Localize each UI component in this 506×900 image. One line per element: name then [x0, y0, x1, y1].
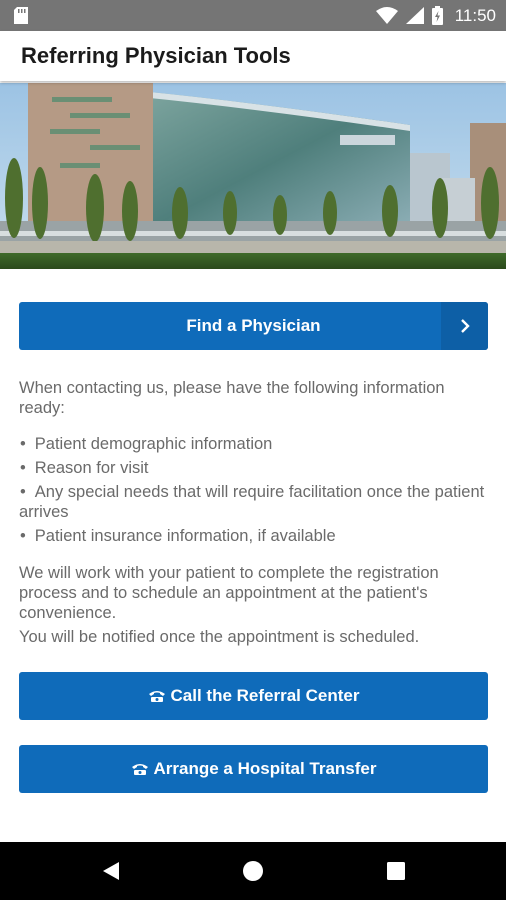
page-title: Referring Physician Tools	[21, 43, 291, 68]
status-time: 11:50	[454, 5, 496, 25]
intro-text: When contacting us, please have the foll…	[19, 379, 445, 417]
hospital-building-illustration	[0, 83, 506, 269]
find-physician-label: Find a Physician	[186, 316, 321, 335]
chevron-right-box	[441, 302, 488, 350]
phone-icon	[131, 764, 148, 775]
bullet-dot: •	[20, 483, 26, 501]
battery-icon	[431, 6, 443, 25]
arrange-hospital-transfer-button[interactable]: Arrange a Hospital Transfer	[19, 745, 488, 793]
list-item: • Patient insurance information, if avail…	[20, 527, 336, 545]
hospital-transfer-label: Arrange a Hospital Transfer	[153, 759, 377, 778]
call-referral-center-button[interactable]: Call the Referral Center	[19, 672, 488, 720]
call-referral-label: Call the Referral Center	[170, 686, 360, 705]
list-item: • Reason for visit	[20, 459, 149, 477]
chevron-right-icon	[460, 319, 470, 333]
list-item: • Any special needs that will require fac…	[19, 483, 485, 521]
status-bar: 11:50	[0, 0, 506, 31]
list-item: • Patient demographic information	[20, 435, 273, 453]
app-bar: Referring Physician Tools	[0, 31, 506, 81]
hero-image	[0, 83, 506, 269]
sd-card-icon	[14, 7, 28, 24]
registration-text: We will work with your patient to comple…	[19, 564, 439, 622]
recents-icon[interactable]	[386, 861, 406, 881]
cell-signal-icon	[405, 7, 424, 24]
wifi-icon	[375, 7, 398, 24]
bullet-dot: •	[20, 459, 26, 477]
info-bullet-list: • Patient demographic information • Reason…	[19, 434, 489, 550]
home-icon[interactable]	[242, 860, 264, 882]
notified-text: You will be notified once the appointmen…	[19, 628, 420, 646]
phone-icon	[148, 691, 165, 702]
bullet-dot: •	[20, 435, 26, 453]
system-nav-bar	[0, 842, 506, 900]
find-physician-button[interactable]: Find a Physician	[19, 302, 488, 350]
back-icon[interactable]	[100, 860, 122, 882]
bullet-dot: •	[20, 527, 26, 545]
